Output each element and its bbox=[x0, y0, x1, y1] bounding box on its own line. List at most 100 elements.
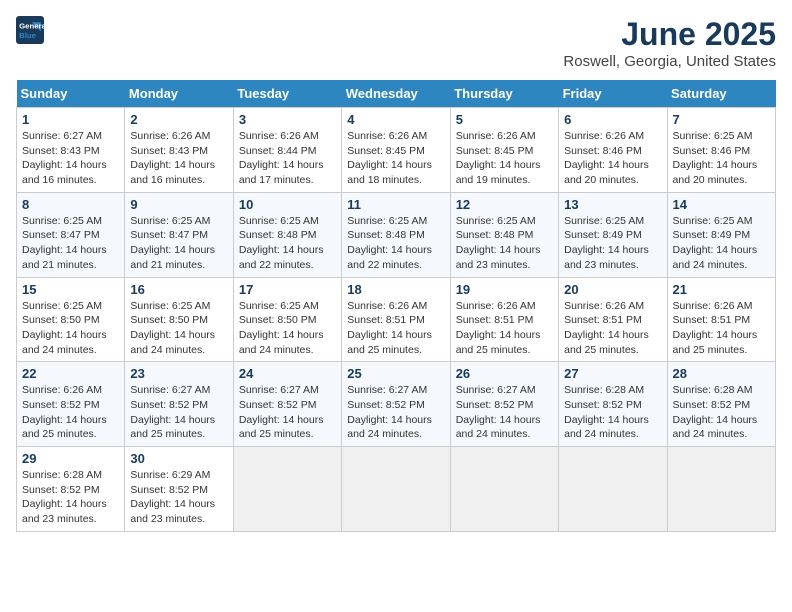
day-detail: Sunrise: 6:26 AMSunset: 8:52 PMDaylight:… bbox=[22, 383, 119, 442]
header: General Blue June 2025 Roswell, Georgia,… bbox=[16, 16, 776, 70]
day-number: 7 bbox=[673, 112, 770, 127]
day-detail: Sunrise: 6:26 AMSunset: 8:51 PMDaylight:… bbox=[673, 299, 770, 358]
calendar-cell: 12 Sunrise: 6:25 AMSunset: 8:48 PMDayligh… bbox=[450, 192, 558, 277]
weekday-header-sunday: Sunday bbox=[17, 80, 125, 108]
calendar-cell: 29 Sunrise: 6:28 AMSunset: 8:52 PMDayligh… bbox=[17, 447, 125, 532]
day-number: 17 bbox=[239, 282, 336, 297]
day-number: 6 bbox=[564, 112, 661, 127]
calendar-cell: 1 Sunrise: 6:27 AMSunset: 8:43 PMDaylight… bbox=[17, 108, 125, 193]
day-detail: Sunrise: 6:25 AMSunset: 8:49 PMDaylight:… bbox=[673, 214, 770, 273]
logo: General Blue bbox=[16, 16, 44, 44]
day-number: 27 bbox=[564, 366, 661, 381]
day-detail: Sunrise: 6:27 AMSunset: 8:52 PMDaylight:… bbox=[239, 383, 336, 442]
calendar-cell: 24 Sunrise: 6:27 AMSunset: 8:52 PMDayligh… bbox=[233, 362, 341, 447]
calendar-week-3: 15 Sunrise: 6:25 AMSunset: 8:50 PMDayligh… bbox=[17, 277, 776, 362]
calendar-cell: 7 Sunrise: 6:25 AMSunset: 8:46 PMDaylight… bbox=[667, 108, 775, 193]
calendar-cell: 18 Sunrise: 6:26 AMSunset: 8:51 PMDayligh… bbox=[342, 277, 450, 362]
day-number: 8 bbox=[22, 197, 119, 212]
calendar-cell: 10 Sunrise: 6:25 AMSunset: 8:48 PMDayligh… bbox=[233, 192, 341, 277]
calendar-cell: 15 Sunrise: 6:25 AMSunset: 8:50 PMDayligh… bbox=[17, 277, 125, 362]
day-detail: Sunrise: 6:26 AMSunset: 8:51 PMDaylight:… bbox=[456, 299, 553, 358]
day-detail: Sunrise: 6:26 AMSunset: 8:51 PMDaylight:… bbox=[347, 299, 444, 358]
day-number: 5 bbox=[456, 112, 553, 127]
calendar-cell: 14 Sunrise: 6:25 AMSunset: 8:49 PMDayligh… bbox=[667, 192, 775, 277]
day-detail: Sunrise: 6:25 AMSunset: 8:47 PMDaylight:… bbox=[22, 214, 119, 273]
calendar-cell: 13Sunrise: 6:25 AMSunset: 8:49 PMDayligh… bbox=[559, 192, 667, 277]
calendar-cell: 3 Sunrise: 6:26 AMSunset: 8:44 PMDaylight… bbox=[233, 108, 341, 193]
day-detail: Sunrise: 6:25 AMSunset: 8:50 PMDaylight:… bbox=[22, 299, 119, 358]
day-detail: Sunrise: 6:27 AMSunset: 8:52 PMDaylight:… bbox=[456, 383, 553, 442]
day-number: 24 bbox=[239, 366, 336, 381]
weekday-header-thursday: Thursday bbox=[450, 80, 558, 108]
calendar-title: June 2025 bbox=[563, 16, 776, 53]
day-number: 26 bbox=[456, 366, 553, 381]
day-number: 30 bbox=[130, 451, 227, 466]
day-number: 29 bbox=[22, 451, 119, 466]
title-area: June 2025 Roswell, Georgia, United State… bbox=[563, 16, 776, 70]
day-number: 23 bbox=[130, 366, 227, 381]
day-detail: Sunrise: 6:27 AMSunset: 8:43 PMDaylight:… bbox=[22, 129, 119, 188]
calendar-cell: 6 Sunrise: 6:26 AMSunset: 8:46 PMDaylight… bbox=[559, 108, 667, 193]
day-number: 10 bbox=[239, 197, 336, 212]
weekday-header-tuesday: Tuesday bbox=[233, 80, 341, 108]
weekday-header-friday: Friday bbox=[559, 80, 667, 108]
calendar-cell bbox=[233, 447, 341, 532]
day-detail: Sunrise: 6:28 AMSunset: 8:52 PMDaylight:… bbox=[564, 383, 661, 442]
day-detail: Sunrise: 6:28 AMSunset: 8:52 PMDaylight:… bbox=[22, 468, 119, 527]
day-detail: Sunrise: 6:25 AMSunset: 8:48 PMDaylight:… bbox=[456, 214, 553, 273]
calendar-cell: 20 Sunrise: 6:26 AMSunset: 8:51 PMDayligh… bbox=[559, 277, 667, 362]
calendar-cell: 22 Sunrise: 6:26 AMSunset: 8:52 PMDayligh… bbox=[17, 362, 125, 447]
day-detail: Sunrise: 6:25 AMSunset: 8:46 PMDaylight:… bbox=[673, 129, 770, 188]
calendar-subtitle: Roswell, Georgia, United States bbox=[563, 53, 776, 70]
calendar-cell: 30Sunrise: 6:29 AMSunset: 8:52 PMDayligh… bbox=[125, 447, 233, 532]
weekday-header-row: SundayMondayTuesdayWednesdayThursdayFrid… bbox=[17, 80, 776, 108]
calendar-cell: 11 Sunrise: 6:25 AMSunset: 8:48 PMDayligh… bbox=[342, 192, 450, 277]
calendar-cell: 9 Sunrise: 6:25 AMSunset: 8:47 PMDaylight… bbox=[125, 192, 233, 277]
calendar-cell: 23 Sunrise: 6:27 AMSunset: 8:52 PMDayligh… bbox=[125, 362, 233, 447]
day-number: 12 bbox=[456, 197, 553, 212]
calendar-week-5: 29 Sunrise: 6:28 AMSunset: 8:52 PMDayligh… bbox=[17, 447, 776, 532]
calendar-cell: 8 Sunrise: 6:25 AMSunset: 8:47 PMDaylight… bbox=[17, 192, 125, 277]
day-number: 22 bbox=[22, 366, 119, 381]
day-number: 16 bbox=[130, 282, 227, 297]
calendar-cell: 16 Sunrise: 6:25 AMSunset: 8:50 PMDayligh… bbox=[125, 277, 233, 362]
day-number: 25 bbox=[347, 366, 444, 381]
day-detail: Sunrise: 6:28 AMSunset: 8:52 PMDaylight:… bbox=[673, 383, 770, 442]
day-detail: Sunrise: 6:26 AMSunset: 8:46 PMDaylight:… bbox=[564, 129, 661, 188]
calendar-cell: 26 Sunrise: 6:27 AMSunset: 8:52 PMDayligh… bbox=[450, 362, 558, 447]
day-detail: Sunrise: 6:26 AMSunset: 8:45 PMDaylight:… bbox=[347, 129, 444, 188]
calendar-cell: 5Sunrise: 6:26 AMSunset: 8:45 PMDaylight… bbox=[450, 108, 558, 193]
day-number: 14 bbox=[673, 197, 770, 212]
calendar-week-1: 1 Sunrise: 6:27 AMSunset: 8:43 PMDaylight… bbox=[17, 108, 776, 193]
day-detail: Sunrise: 6:25 AMSunset: 8:48 PMDaylight:… bbox=[347, 214, 444, 273]
day-detail: Sunrise: 6:25 AMSunset: 8:50 PMDaylight:… bbox=[130, 299, 227, 358]
weekday-header-wednesday: Wednesday bbox=[342, 80, 450, 108]
day-detail: Sunrise: 6:25 AMSunset: 8:48 PMDaylight:… bbox=[239, 214, 336, 273]
day-number: 15 bbox=[22, 282, 119, 297]
day-number: 4 bbox=[347, 112, 444, 127]
day-number: 18 bbox=[347, 282, 444, 297]
calendar-cell: 28Sunrise: 6:28 AMSunset: 8:52 PMDayligh… bbox=[667, 362, 775, 447]
calendar-cell: 4 Sunrise: 6:26 AMSunset: 8:45 PMDaylight… bbox=[342, 108, 450, 193]
calendar-cell: 21 Sunrise: 6:26 AMSunset: 8:51 PMDayligh… bbox=[667, 277, 775, 362]
weekday-header-saturday: Saturday bbox=[667, 80, 775, 108]
calendar-week-2: 8 Sunrise: 6:25 AMSunset: 8:47 PMDaylight… bbox=[17, 192, 776, 277]
day-number: 1 bbox=[22, 112, 119, 127]
day-number: 11 bbox=[347, 197, 444, 212]
calendar-cell: 25 Sunrise: 6:27 AMSunset: 8:52 PMDayligh… bbox=[342, 362, 450, 447]
day-detail: Sunrise: 6:26 AMSunset: 8:51 PMDaylight:… bbox=[564, 299, 661, 358]
day-number: 20 bbox=[564, 282, 661, 297]
day-detail: Sunrise: 6:27 AMSunset: 8:52 PMDaylight:… bbox=[347, 383, 444, 442]
calendar-cell bbox=[667, 447, 775, 532]
day-detail: Sunrise: 6:27 AMSunset: 8:52 PMDaylight:… bbox=[130, 383, 227, 442]
day-number: 21 bbox=[673, 282, 770, 297]
calendar-cell: 19Sunrise: 6:26 AMSunset: 8:51 PMDayligh… bbox=[450, 277, 558, 362]
calendar-cell: 27 Sunrise: 6:28 AMSunset: 8:52 PMDayligh… bbox=[559, 362, 667, 447]
weekday-header-monday: Monday bbox=[125, 80, 233, 108]
svg-text:Blue: Blue bbox=[19, 31, 37, 40]
day-number: 3 bbox=[239, 112, 336, 127]
day-detail: Sunrise: 6:25 AMSunset: 8:47 PMDaylight:… bbox=[130, 214, 227, 273]
day-detail: Sunrise: 6:26 AMSunset: 8:44 PMDaylight:… bbox=[239, 129, 336, 188]
day-number: 13 bbox=[564, 197, 661, 212]
day-number: 9 bbox=[130, 197, 227, 212]
